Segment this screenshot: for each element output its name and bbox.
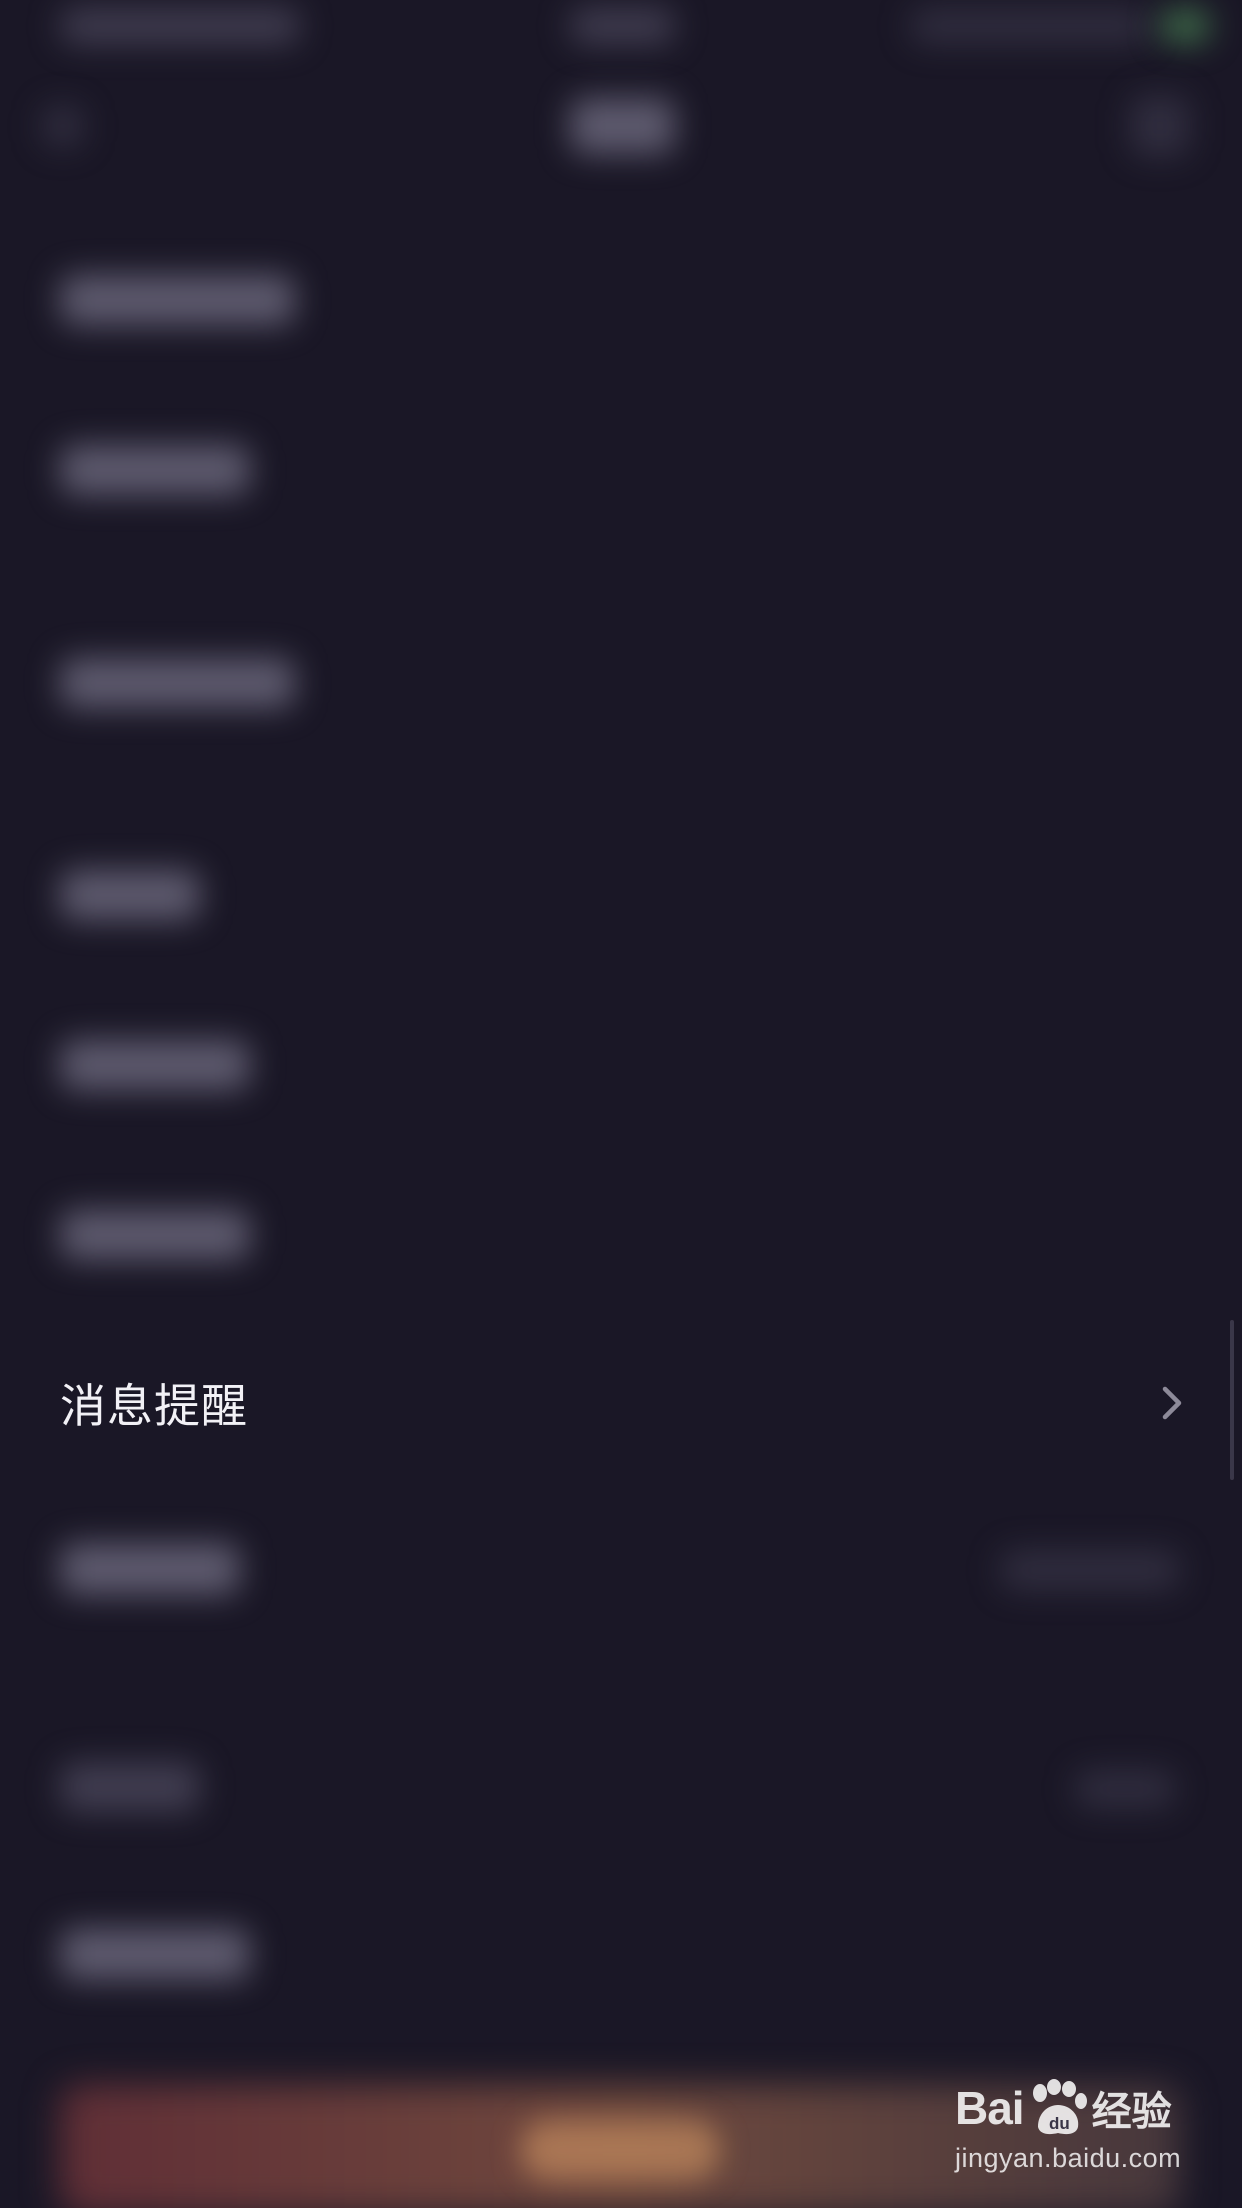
settings-item-8-value <box>1000 1550 1180 1590</box>
scrollbar[interactable] <box>1230 1320 1234 1480</box>
page-title <box>570 98 675 154</box>
settings-item-label: 消息提醒 <box>60 1379 248 1433</box>
settings-item-2[interactable] <box>60 445 250 495</box>
settings-item-1[interactable] <box>60 275 295 325</box>
watermark-logo: Bai du 经验 jingyan.baidu.com <box>955 2075 1185 2185</box>
status-bar-indicators <box>910 8 1150 44</box>
settings-item-3[interactable] <box>60 658 295 708</box>
chevron-right-icon <box>1158 1383 1186 1423</box>
settings-item-5[interactable] <box>60 1040 250 1090</box>
battery-icon <box>1160 10 1210 42</box>
svg-text:du: du <box>1049 2114 1070 2133</box>
bottom-action-button[interactable] <box>520 2120 720 2180</box>
settings-item-10[interactable] <box>60 1928 250 1980</box>
settings-item-9-value <box>1075 1770 1175 1808</box>
watermark-brand: Bai <box>955 2082 1025 2134</box>
settings-item-6[interactable] <box>60 1210 250 1260</box>
settings-screen: 消息提醒 Bai du 经验 jingyan.baidu.com <box>0 0 1242 2208</box>
status-bar-center <box>570 8 675 44</box>
watermark-suffix: 经验 <box>1091 2089 1172 2135</box>
watermark-domain: jingyan.baidu.com <box>955 2143 1182 2173</box>
nav-action-icon[interactable] <box>1130 95 1190 157</box>
settings-item-8[interactable] <box>60 1543 240 1595</box>
status-bar-time <box>60 8 300 44</box>
settings-item-9[interactable] <box>60 1762 200 1812</box>
paw-icon: du <box>1032 2079 1087 2135</box>
settings-item-message-reminder[interactable]: 消息提醒 <box>0 1345 1242 1461</box>
settings-item-4[interactable] <box>60 870 200 920</box>
back-icon[interactable] <box>42 105 84 147</box>
